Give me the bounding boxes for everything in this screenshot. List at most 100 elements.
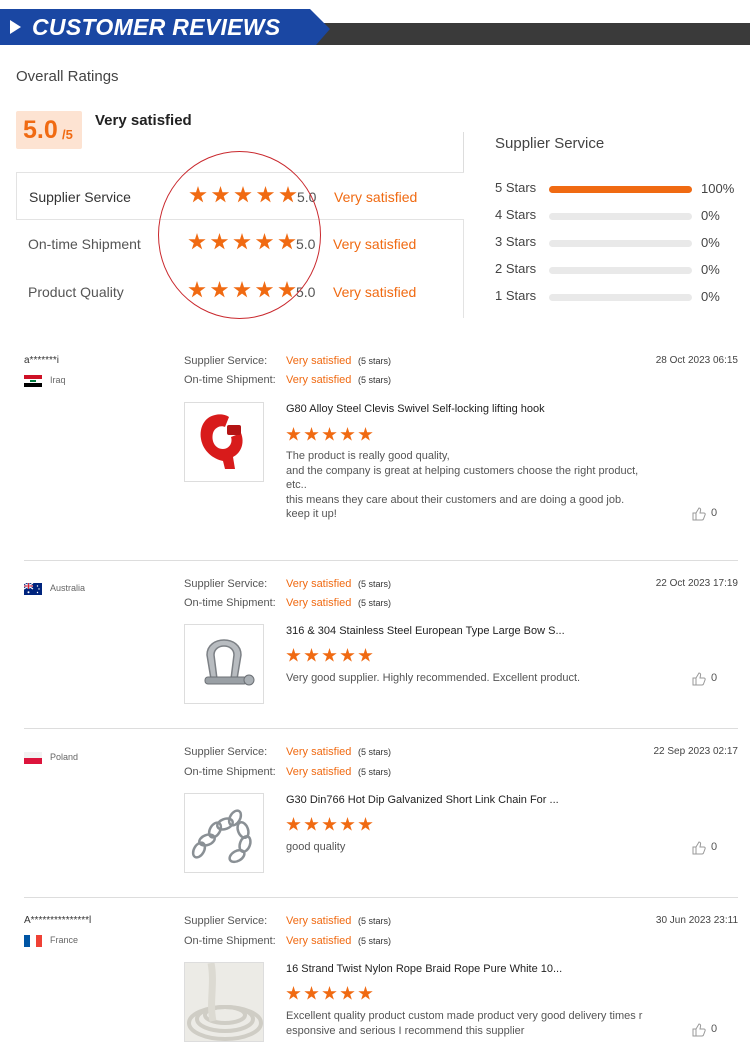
rating-count: (5 stars) — [358, 356, 392, 366]
bow-shackle-image — [204, 639, 255, 686]
france-flag-icon — [24, 935, 42, 947]
star-icon — [322, 986, 337, 1000]
product-thumbnail[interactable] — [184, 624, 264, 704]
review-date: 22 Sep 2023 02:17 — [653, 746, 738, 757]
reviewer-name: A***************l — [24, 915, 92, 926]
comment-line: Very good supplier. Highly recommended. … — [286, 672, 581, 684]
overall-ratings-title: Overall Ratings — [16, 68, 119, 85]
review-item: Australia 22 Oct 2023 17:19 Supplier Ser… — [24, 578, 738, 708]
distribution-row: 3 Stars 0% — [495, 234, 735, 254]
rating-count: (5 stars) — [358, 579, 392, 589]
product-rating-stars — [286, 427, 376, 447]
like-count: 0 — [711, 1023, 718, 1035]
supplier-service-rating: Supplier Service: Very satisfied (5 star… — [184, 578, 391, 590]
lifting-hook-image — [200, 414, 243, 469]
country-name: Australia — [50, 583, 86, 593]
product-name[interactable]: 16 Strand Twist Nylon Rope Braid Rope Pu… — [286, 963, 562, 975]
overall-score-badge: 5.0 /5 — [16, 111, 82, 149]
supplier-service-rating: Supplier Service: Very satisfied (5 star… — [184, 355, 391, 367]
star-icon — [340, 427, 355, 441]
review-date: 30 Jun 2023 23:11 — [655, 915, 738, 926]
product-thumbnail[interactable] — [184, 793, 264, 873]
star-icon — [358, 427, 373, 441]
comment-line: etc.. — [286, 479, 307, 491]
product-rating-stars — [286, 986, 376, 1006]
star-icon — [322, 817, 337, 831]
review-comment: good quality — [286, 840, 656, 855]
product-name[interactable]: 316 & 304 Stainless Steel European Type … — [286, 625, 565, 637]
star-icon — [286, 986, 301, 1000]
review-item: a*******i Iraq 28 Oct 2023 06:15 Supplie… — [24, 355, 738, 535]
comment-line: Excellent quality product custom made pr… — [286, 1010, 643, 1022]
divider-line — [463, 220, 464, 318]
comment-line: keep it up! — [286, 508, 337, 520]
comment-line: The product is really good quality, — [286, 450, 450, 462]
rating-value: Very satisfied — [286, 355, 352, 367]
rating-count: (5 stars) — [358, 375, 392, 385]
star-icon — [304, 427, 319, 441]
product-thumbnail[interactable] — [184, 962, 264, 1042]
review-divider — [24, 897, 738, 898]
review-item: A***************l France 30 Jun 2023 23:… — [24, 915, 738, 1050]
rating-value: Very satisfied — [286, 746, 352, 758]
shipment-rating: On-time Shipment: Very satisfied (5 star… — [184, 374, 391, 386]
thumbs-up-icon — [692, 841, 706, 855]
supplier-service-rating: Supplier Service: Very satisfied (5 star… — [184, 915, 391, 927]
distribution-label: 5 Stars — [495, 180, 537, 195]
shipment-rating: On-time Shipment: Very satisfied (5 star… — [184, 597, 391, 609]
thumbs-up-icon — [692, 507, 706, 521]
rating-label: On-time Shipment: — [184, 597, 276, 609]
product-name[interactable]: G30 Din766 Hot Dip Galvanized Short Link… — [286, 794, 559, 806]
star-icon — [286, 648, 301, 662]
overall-score-label: Very satisfied — [95, 112, 192, 129]
rating-value: Very satisfied — [286, 935, 352, 947]
star-icon — [340, 986, 355, 1000]
poland-flag-icon — [24, 752, 42, 764]
rating-text: Very satisfied — [333, 284, 417, 300]
distribution-label: 2 Stars — [495, 261, 537, 276]
distribution-row: 5 Stars 100% — [495, 180, 735, 200]
star-icon — [358, 648, 373, 662]
review-date: 28 Oct 2023 06:15 — [655, 355, 738, 366]
product-thumbnail[interactable] — [184, 402, 264, 482]
distribution-label: 3 Stars — [495, 234, 537, 249]
distribution-bar — [549, 240, 692, 247]
review-item: Poland 22 Sep 2023 02:17 Supplier Servic… — [24, 746, 738, 876]
banner-dark-stripe — [300, 23, 750, 45]
rating-value: Very satisfied — [286, 915, 352, 927]
distribution-percent: 0% — [701, 289, 720, 304]
star-icon — [286, 817, 301, 831]
distribution-row: 1 Stars 0% — [495, 288, 735, 308]
rating-text: Very satisfied — [333, 236, 417, 252]
distribution-bar — [549, 186, 692, 193]
link-chain-image — [191, 809, 252, 864]
star-icon — [340, 817, 355, 831]
overall-score: 5.0 — [23, 116, 58, 144]
review-comment: Very good supplier. Highly recommended. … — [286, 671, 656, 686]
product-name[interactable]: G80 Alloy Steel Clevis Swivel Self-locki… — [286, 403, 545, 415]
divider-line — [463, 132, 464, 174]
comment-line: and the company is great at helping cust… — [286, 464, 639, 477]
distribution-bar — [549, 294, 692, 301]
star-icon — [304, 986, 319, 1000]
review-divider — [24, 560, 738, 561]
rating-label: Supplier Service: — [184, 915, 268, 927]
rating-count: (5 stars) — [358, 936, 392, 946]
review-date: 22 Oct 2023 17:19 — [655, 578, 738, 589]
rating-tab-label: Product Quality — [28, 284, 124, 300]
distribution-label: 1 Stars — [495, 288, 537, 303]
shipment-rating: On-time Shipment: Very satisfied (5 star… — [184, 935, 391, 947]
rating-value: Very satisfied — [286, 597, 352, 609]
nylon-rope-image — [185, 963, 263, 1041]
rating-value: Very satisfied — [286, 374, 352, 386]
product-rating-stars — [286, 648, 376, 668]
review-divider — [24, 728, 738, 729]
shipment-rating: On-time Shipment: Very satisfied (5 star… — [184, 766, 391, 778]
rating-label: Supplier Service: — [184, 355, 268, 367]
rating-label: Supplier Service: — [184, 746, 268, 758]
rating-count: (5 stars) — [358, 916, 392, 926]
thumbs-up-icon — [692, 672, 706, 686]
comment-line: esponsive and serious I recommend this s… — [286, 1024, 525, 1037]
star-icon — [340, 648, 355, 662]
like-count: 0 — [711, 841, 718, 853]
